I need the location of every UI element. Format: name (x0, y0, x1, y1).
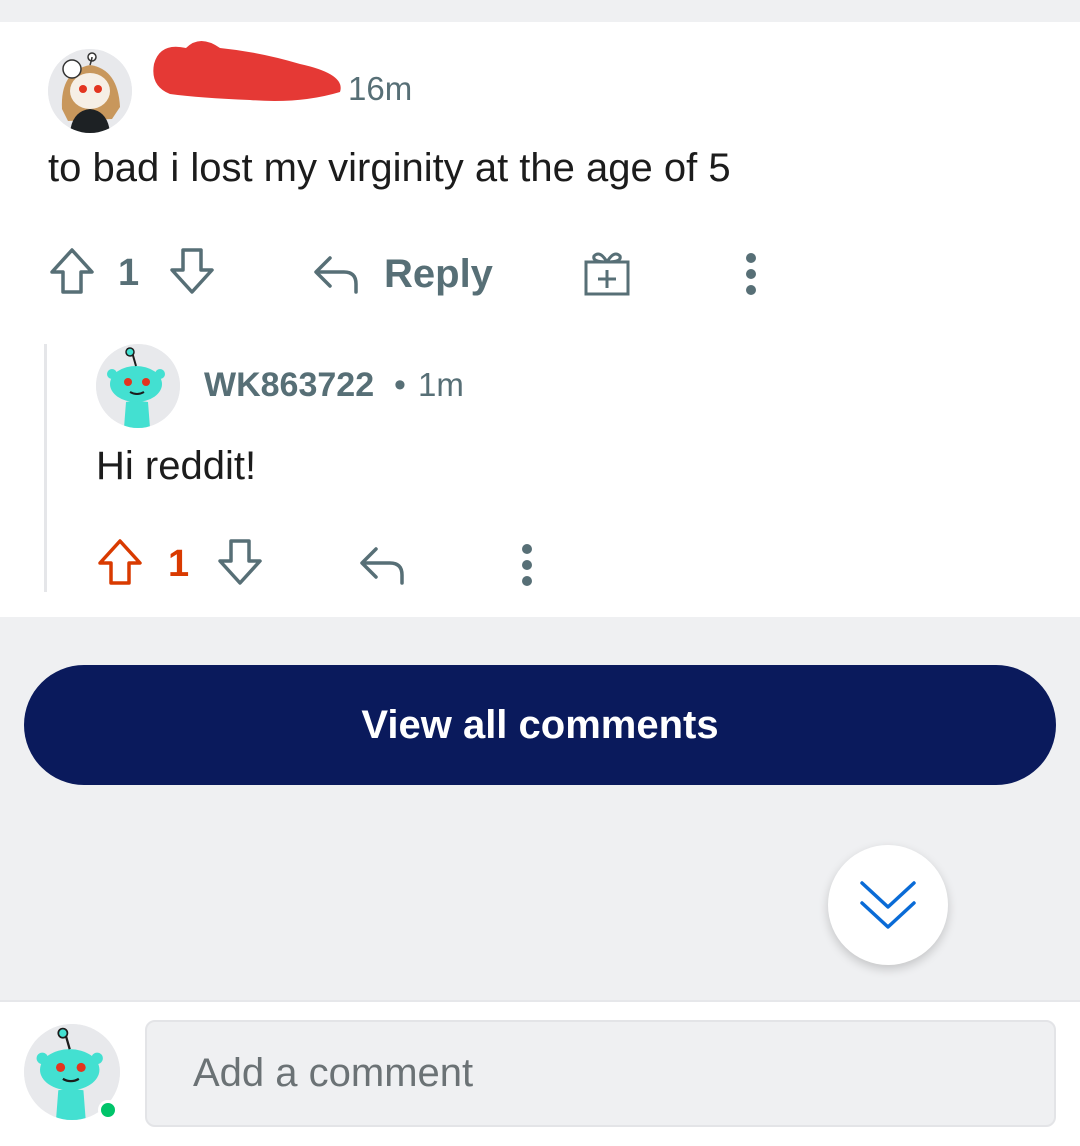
comment1-timestamp: 16m (348, 70, 413, 107)
downvote-icon[interactable] (168, 246, 216, 296)
comment1-action-bar: 1 Reply (0, 232, 1080, 312)
downvote-icon[interactable] (216, 537, 264, 587)
reply-button[interactable]: Reply (384, 252, 493, 297)
reddit-comments-screen: 16m to bad i lost my virginity at the ag… (0, 0, 1080, 1146)
scroll-down-button[interactable] (828, 845, 948, 965)
view-all-comments-button[interactable]: View all comments (24, 665, 1056, 785)
comment2-action-bar: 1 (0, 527, 1080, 607)
snoo-avatar-icon (96, 344, 180, 428)
add-comment-input[interactable] (145, 1020, 1056, 1127)
more-icon[interactable] (520, 541, 534, 589)
comment1-avatar[interactable] (48, 49, 132, 133)
online-status-indicator (98, 1100, 118, 1120)
chevron-double-down-icon (860, 881, 916, 929)
upvote-icon[interactable] (48, 246, 96, 296)
comment2-timestamp: 1m (418, 366, 464, 403)
comment1-author-redacted (150, 34, 348, 104)
comment2-avatar[interactable] (96, 344, 180, 428)
comment2-body: Hi reddit! (96, 444, 257, 488)
comment-composer (0, 1000, 1080, 1146)
more-icon[interactable] (744, 250, 758, 298)
award-icon[interactable] (582, 248, 632, 298)
composer-divider (0, 1000, 1080, 1002)
upvote-icon[interactable] (96, 537, 144, 587)
top-strip (0, 0, 1080, 22)
comment2-vote-count: 1 (168, 543, 190, 585)
reply-icon[interactable] (358, 543, 406, 587)
anime-avatar-icon (48, 49, 132, 133)
reply-icon[interactable] (312, 252, 360, 296)
comment1-body: to bad i lost my virginity at the age of… (48, 146, 731, 190)
comment2-separator: • (394, 366, 406, 404)
comment1-vote-count: 1 (118, 252, 140, 294)
comment2-username[interactable]: WK863722 (204, 366, 374, 405)
comments-card: 16m to bad i lost my virginity at the ag… (0, 22, 1080, 617)
